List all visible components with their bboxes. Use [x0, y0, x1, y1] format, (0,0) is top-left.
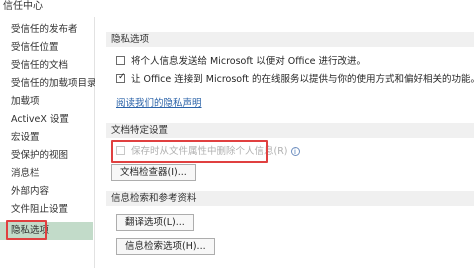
privacy-statement-link[interactable]: 阅读我们的隐私声明	[116, 97, 202, 111]
remove-info-highlight-box	[111, 140, 268, 163]
online-services-option[interactable]: ✓ 让 Office 连接到 Microsoft 的在线服务以提供与你的使用方式和…	[116, 72, 474, 87]
document-settings-header: 文档特定设置	[106, 123, 474, 138]
online-services-label: 让 Office 连接到 Microsoft 的在线服务以提供与你的使用方式和偏…	[131, 74, 474, 85]
sidebar-item-protected-view[interactable]: 受保护的视图	[0, 147, 93, 165]
sidebar-item-file-block-settings[interactable]: 文件阻止设置	[0, 201, 93, 219]
sidebar-item-message-bar[interactable]: 消息栏	[0, 165, 93, 183]
privacy-section-header: 隐私选项	[106, 32, 474, 47]
sidebar-item-trusted-publishers[interactable]: 受信任的发布者	[0, 21, 93, 39]
research-options-button[interactable]: 信息检索选项(H)...	[116, 238, 215, 255]
main-panel: 隐私选项 将个人信息发送给 Microsoft 以便对 Office 进行改进。…	[95, 17, 474, 268]
send-info-checkbox[interactable]	[116, 56, 125, 65]
info-icon[interactable]: i	[290, 147, 300, 156]
translation-options-button[interactable]: 翻译选项(L)...	[116, 214, 194, 231]
sidebar-item-trusted-locations[interactable]: 受信任位置	[0, 39, 93, 57]
sidebar-item-addins[interactable]: 加载项	[0, 93, 93, 111]
online-services-checkbox[interactable]: ✓	[116, 72, 126, 83]
sidebar-item-macro-settings[interactable]: 宏设置	[0, 129, 93, 147]
sidebar-item-external-content[interactable]: 外部内容	[0, 183, 93, 201]
send-info-label: 将个人信息发送给 Microsoft 以便对 Office 进行改进。	[131, 56, 367, 67]
research-section-header: 信息检索和参考资料	[106, 191, 474, 206]
sidebar-item-trusted-addin-catalogs[interactable]: 受信任的加载项目录	[0, 75, 97, 93]
privacy-options-highlight-box	[6, 220, 47, 240]
checkmark-icon: ✓	[118, 72, 126, 82]
window-title: 信任中心	[3, 1, 43, 12]
sidebar-item-activex-settings[interactable]: ActiveX 设置	[0, 111, 93, 129]
sidebar-item-trusted-documents[interactable]: 受信任的文档	[0, 57, 93, 75]
document-inspector-button[interactable]: 文档检查器(I)...	[111, 164, 196, 181]
send-info-option[interactable]: 将个人信息发送给 Microsoft 以便对 Office 进行改进。	[116, 55, 366, 69]
